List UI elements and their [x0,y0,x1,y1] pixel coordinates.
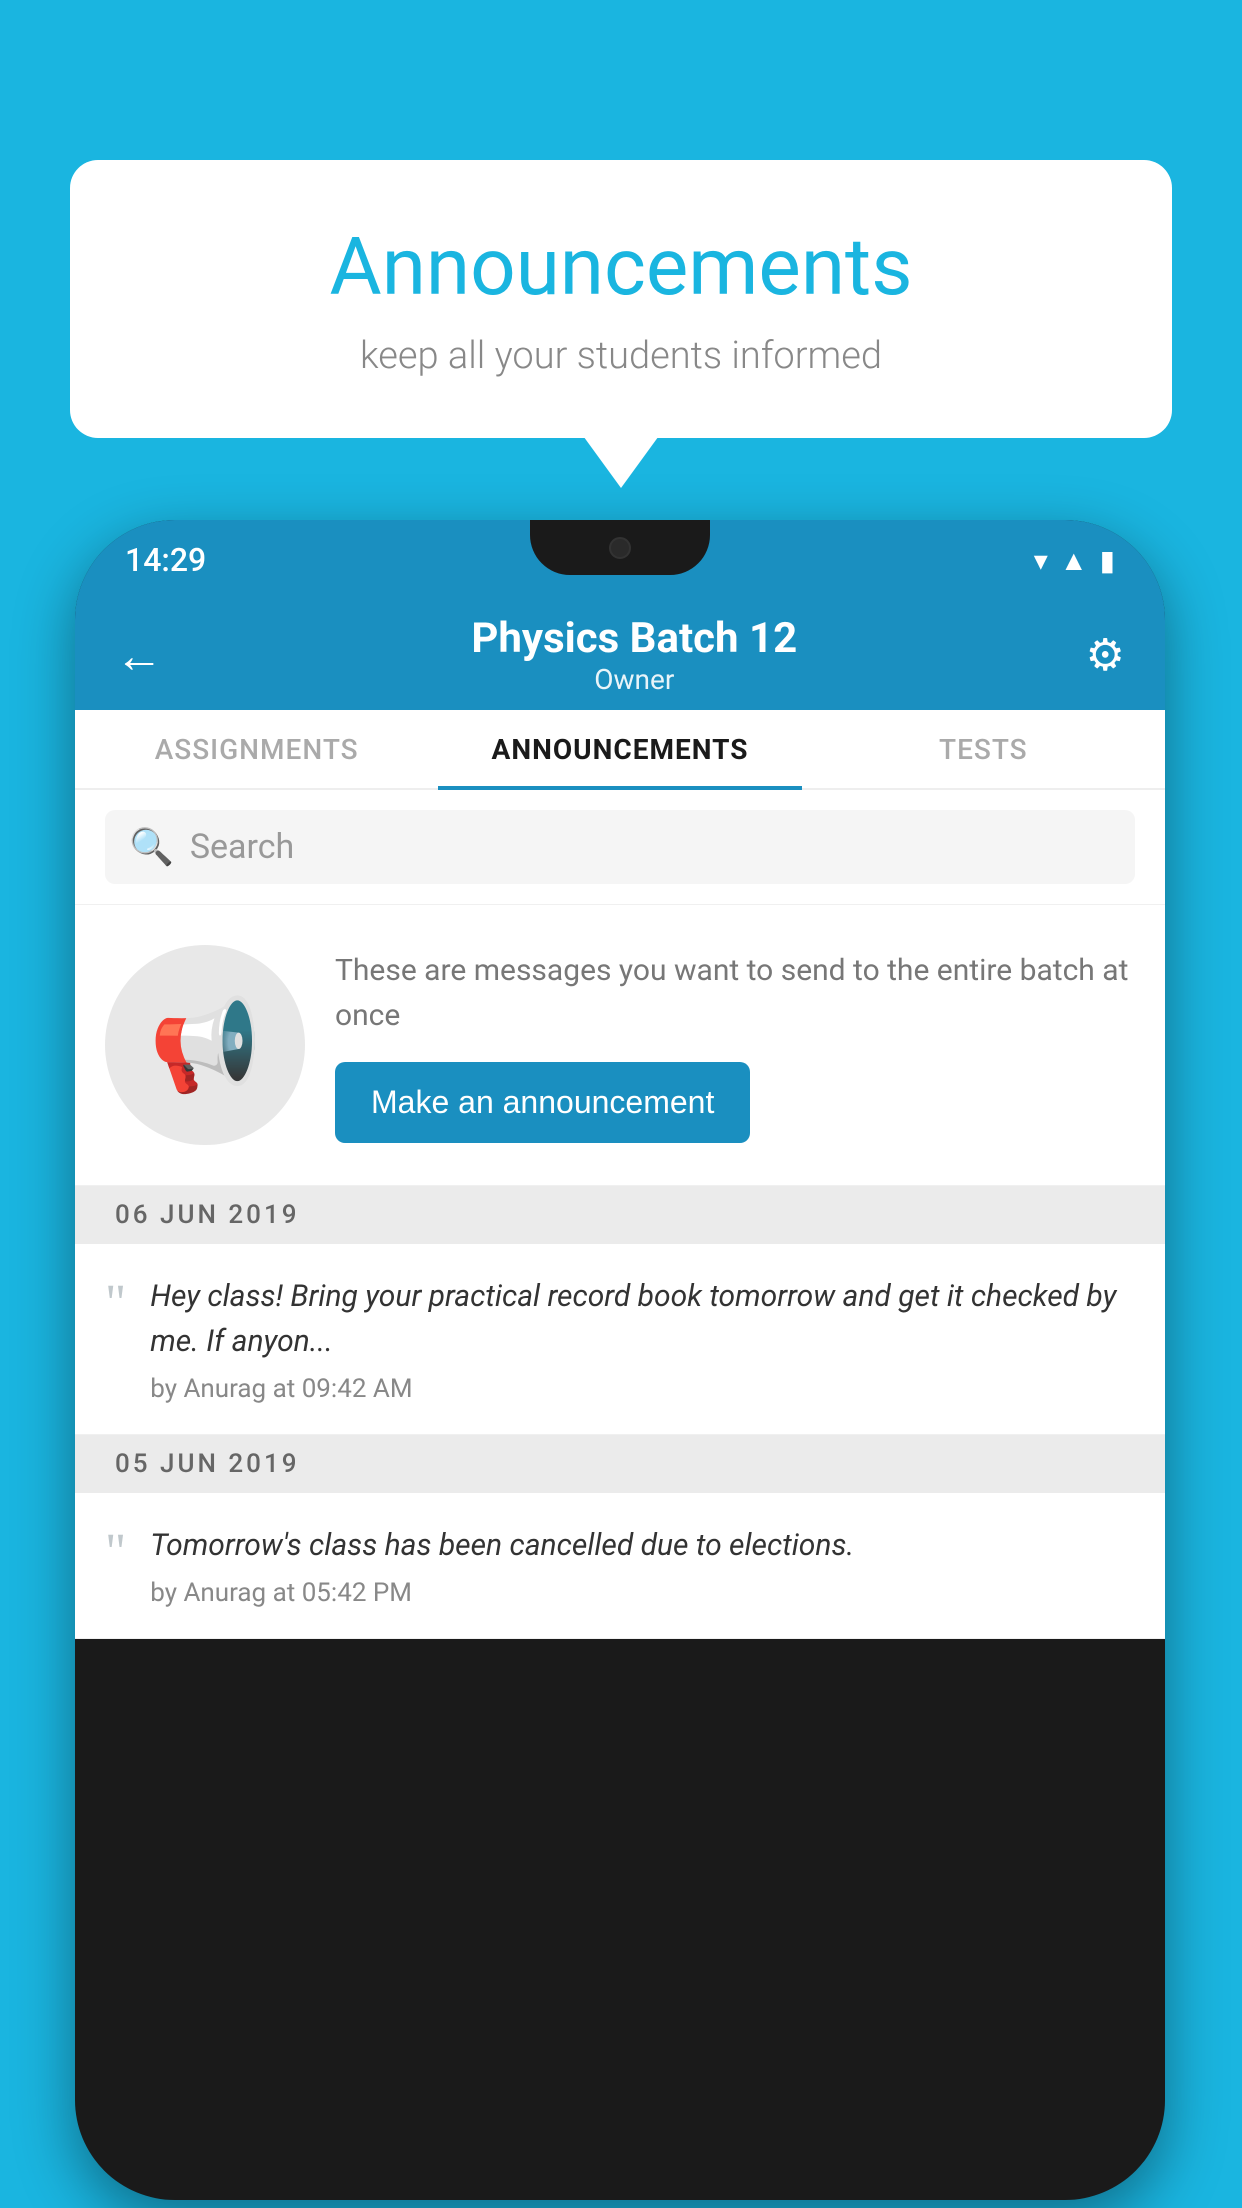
notch [530,520,710,575]
header-subtitle: Owner [183,663,1086,696]
speech-bubble: Announcements keep all your students inf… [70,160,1172,438]
megaphone-circle: 📢 [105,945,305,1145]
speech-bubble-subtitle: keep all your students informed [110,334,1132,378]
announcement-meta-1: by Anurag at 09:42 AM [150,1374,1135,1404]
make-announcement-button[interactable]: Make an announcement [335,1062,750,1143]
megaphone-icon: 📢 [149,993,261,1098]
tab-assignments[interactable]: ASSIGNMENTS [75,710,438,788]
quote-icon-1: " [105,1278,126,1330]
back-button[interactable]: ← [115,627,163,684]
wifi-icon: ▾ [1034,544,1048,577]
app-header: ← Physics Batch 12 Owner ⚙ [75,600,1165,710]
quote-icon-2: " [105,1527,126,1579]
battery-icon: ▮ [1100,544,1115,577]
header-title-group: Physics Batch 12 Owner [183,614,1086,696]
header-title: Physics Batch 12 [183,614,1086,663]
announcement-text-1: Hey class! Bring your practical record b… [150,1274,1135,1364]
announcement-text-group-1: Hey class! Bring your practical record b… [150,1274,1135,1404]
signal-icon: ▲ [1060,544,1088,577]
announcement-text-2: Tomorrow's class has been cancelled due … [150,1523,1135,1568]
announcement-item-2[interactable]: " Tomorrow's class has been cancelled du… [75,1493,1165,1639]
phone-frame: 14:29 ▾ ▲ ▮ ← Physics Batch 12 Owner ⚙ A… [75,520,1165,2200]
search-placeholder: Search [190,827,294,867]
tabs-bar: ASSIGNMENTS ANNOUNCEMENTS TESTS [75,710,1165,790]
camera-dot [609,537,631,559]
tab-announcements[interactable]: ANNOUNCEMENTS [438,710,801,788]
phone-inner: 14:29 ▾ ▲ ▮ ← Physics Batch 12 Owner ⚙ A… [75,520,1165,2120]
announcement-text-group-2: Tomorrow's class has been cancelled due … [150,1523,1135,1608]
status-icons: ▾ ▲ ▮ [1034,544,1115,577]
speech-bubble-container: Announcements keep all your students inf… [70,160,1172,438]
status-time: 14:29 [125,541,206,579]
announcement-item-1[interactable]: " Hey class! Bring your practical record… [75,1244,1165,1435]
speech-bubble-title: Announcements [110,220,1132,314]
status-bar: 14:29 ▾ ▲ ▮ [75,520,1165,600]
announcement-meta-2: by Anurag at 05:42 PM [150,1578,1135,1608]
search-bar: 🔍 Search [75,790,1165,905]
tab-tests[interactable]: TESTS [802,710,1165,788]
date-divider-2: 05 JUN 2019 [75,1435,1165,1493]
settings-icon[interactable]: ⚙ [1086,629,1125,681]
empty-state-right: These are messages you want to send to t… [335,948,1135,1143]
search-input-wrap[interactable]: 🔍 Search [105,810,1135,884]
date-divider-1: 06 JUN 2019 [75,1186,1165,1244]
empty-state: 📢 These are messages you want to send to… [75,905,1165,1186]
empty-state-description: These are messages you want to send to t… [335,948,1135,1038]
search-icon: 🔍 [129,826,174,868]
